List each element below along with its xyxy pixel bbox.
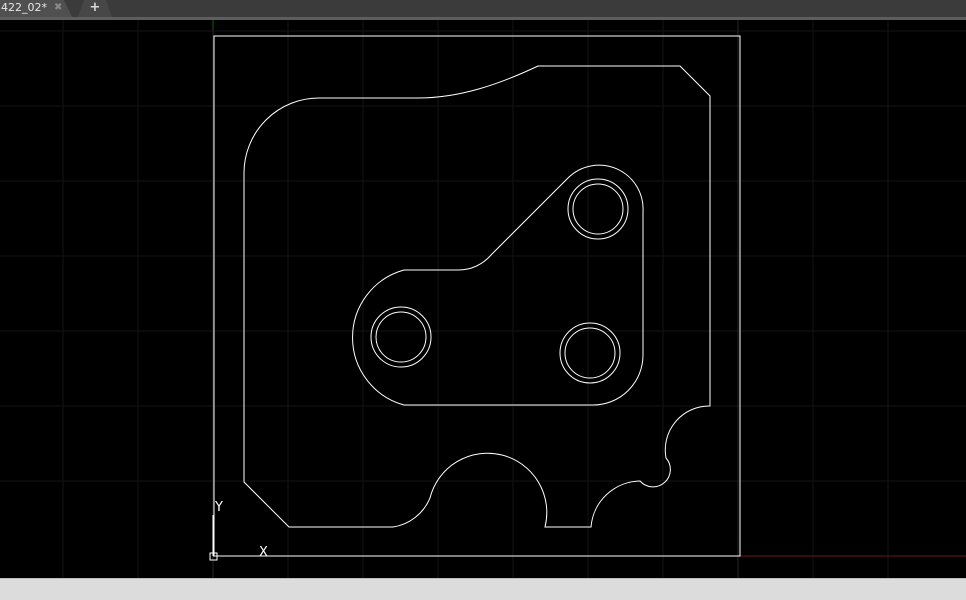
close-tab-icon[interactable]: ✖ — [54, 0, 62, 16]
document-tab-label: 422_02* — [1, 1, 47, 14]
new-tab-button[interactable]: + — [78, 0, 112, 17]
document-tab-bar: 422_02* ✖ + — [0, 0, 966, 20]
hole-left[interactable] — [370, 306, 432, 368]
ucs-icon: Y X — [209, 500, 268, 561]
grid — [0, 20, 966, 578]
ucs-y-label: Y — [214, 500, 223, 515]
hole-bottom-right[interactable] — [559, 322, 621, 384]
ucs-x-label: X — [259, 545, 268, 560]
drawing-viewport[interactable]: Y X — [0, 20, 966, 578]
drawing-canvas[interactable]: Y X — [0, 20, 966, 578]
inner-pocket-profile[interactable] — [352, 164, 644, 406]
status-bar — [0, 578, 966, 600]
outer-profile[interactable] — [243, 65, 711, 528]
hole-top-right[interactable] — [567, 178, 629, 240]
border-frame[interactable] — [213, 35, 741, 557]
document-tab[interactable]: 422_02* ✖ — [0, 0, 72, 17]
